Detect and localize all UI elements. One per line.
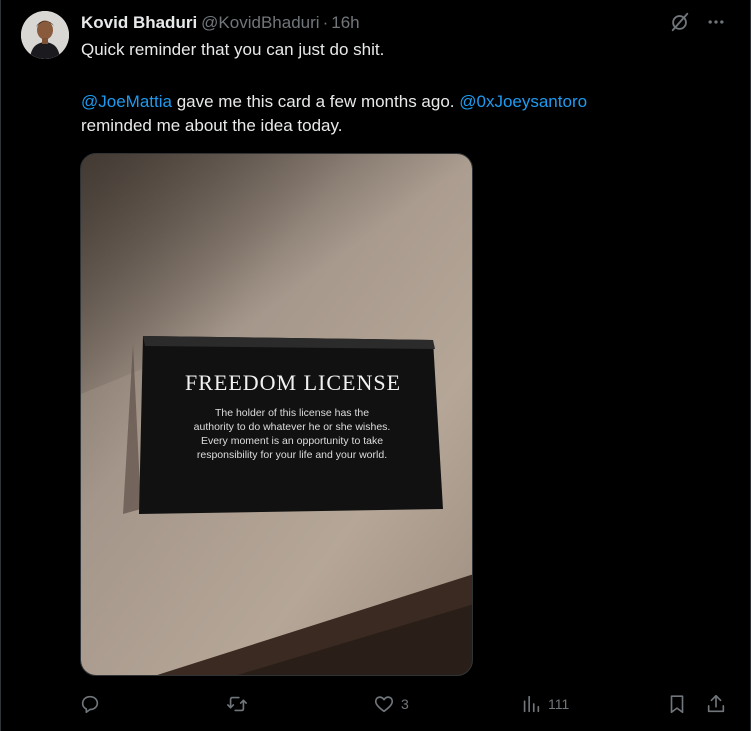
tweet-actions: 3 111: [79, 693, 731, 717]
bookmark-button[interactable]: [666, 693, 688, 715]
freedom-license-card: FREEDOM LICENSE The holder of this licen…: [139, 336, 443, 514]
card-body-line: Every moment is an opportunity to take: [201, 435, 383, 447]
tweet-text: Quick reminder that you can just do shit…: [81, 38, 701, 138]
tweet-container[interactable]: Kovid Bhaduri @KovidBhaduri · 16h Quick …: [0, 0, 751, 731]
tweet-header: Kovid Bhaduri @KovidBhaduri · 16h: [81, 12, 360, 34]
heart-icon: [374, 696, 394, 713]
author-handle[interactable]: @KovidBhaduri: [201, 13, 319, 33]
reply-icon: [81, 695, 99, 714]
tweet-top-actions: [668, 10, 728, 34]
author-name[interactable]: Kovid Bhaduri: [81, 13, 197, 33]
header-separator: ·: [322, 13, 329, 32]
like-count: 3: [401, 696, 409, 712]
more-icon[interactable]: [704, 10, 728, 34]
share-button[interactable]: [705, 693, 727, 715]
card-body-line: responsibility for your life and your wo…: [197, 449, 387, 461]
avatar-image: [21, 11, 69, 59]
views-icon: [523, 695, 540, 713]
card-body-line: The holder of this license has the: [215, 407, 369, 419]
retweet-icon: [227, 696, 247, 712]
reply-button[interactable]: [79, 693, 107, 715]
tweet-time[interactable]: 16h: [331, 13, 359, 33]
views-count: 111: [548, 696, 570, 712]
avatar[interactable]: [21, 11, 69, 59]
like-button[interactable]: 3: [373, 693, 409, 715]
tweet-line-2: @JoeMattia gave me this card a few month…: [81, 90, 701, 114]
card-photo: FREEDOM LICENSE The holder of this licen…: [81, 154, 472, 675]
card-body-line: authority to do whatever he or she wishe…: [194, 421, 391, 433]
share-icon: [707, 694, 725, 713]
bookmark-icon: [670, 695, 684, 714]
mention-link[interactable]: @JoeMattia: [81, 92, 172, 111]
tweet-line-1: Quick reminder that you can just do shit…: [81, 40, 385, 59]
tweet-line-3: reminded me about the idea today.: [81, 116, 343, 135]
grok-icon[interactable]: [668, 10, 692, 34]
tweet-photo[interactable]: FREEDOM LICENSE The holder of this licen…: [80, 153, 473, 676]
tweet-line-2-text: gave me this card a few months ago.: [171, 92, 460, 111]
retweet-button[interactable]: [226, 693, 254, 715]
card-title: FREEDOM LICENSE: [185, 370, 401, 395]
views-button[interactable]: 111: [520, 693, 569, 715]
mention-link[interactable]: @0xJoeysantoro: [459, 92, 587, 111]
